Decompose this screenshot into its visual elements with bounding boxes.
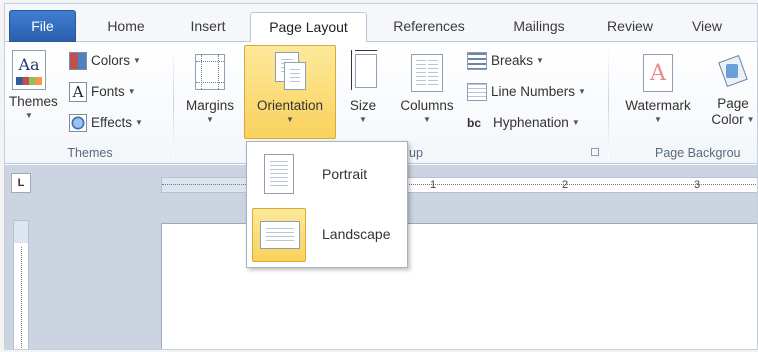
breaks-icon	[467, 52, 487, 71]
portrait-label: Portrait	[322, 166, 368, 182]
columns-button[interactable]: Columns ▼	[393, 46, 461, 124]
portrait-option[interactable]: Portrait	[250, 146, 404, 204]
landscape-option[interactable]: Landscape	[250, 206, 404, 264]
effects-icon	[69, 114, 87, 133]
hyphenation-icon: bc	[467, 116, 482, 131]
colors-label: Colors	[91, 53, 131, 68]
orientation-button[interactable]: Orientation ▼	[244, 45, 336, 139]
chevron-down-icon: ▼	[359, 115, 367, 124]
group-separator	[608, 46, 609, 160]
fonts-label: Fonts	[91, 84, 125, 99]
page-background-group-label: Page Backgrou	[655, 146, 741, 160]
effects-button[interactable]: Effects ▼	[69, 112, 143, 134]
breaks-label: Breaks	[491, 53, 534, 68]
chevron-down-icon: ▼	[133, 56, 141, 66]
word-window: File Home Insert Page Layout References …	[4, 3, 758, 350]
chevron-down-icon: ▼	[746, 115, 755, 125]
effects-label: Effects	[91, 115, 133, 130]
tab-view[interactable]: View	[677, 12, 737, 42]
chevron-down-icon: ▼	[286, 115, 294, 124]
tab-page-layout[interactable]: Page Layout	[250, 12, 367, 43]
landscape-icon	[260, 221, 300, 249]
ruler-number: 3	[694, 179, 701, 191]
watermark-icon: A	[643, 54, 673, 92]
tab-selector-button[interactable]: L	[11, 173, 31, 193]
line-numbers-label: Line Numbers	[491, 84, 576, 99]
group-separator	[173, 46, 174, 160]
orientation-menu: Portrait Landscape	[246, 141, 408, 268]
ruler-number: 1	[430, 179, 437, 191]
tab-references[interactable]: References	[377, 12, 481, 42]
tab-insert[interactable]: Insert	[171, 12, 245, 42]
margins-icon	[195, 54, 225, 90]
hyphenation-label: Hyphenation	[493, 115, 569, 130]
line-numbers-button[interactable]: Line Numbers ▼	[467, 81, 586, 103]
columns-icon	[411, 54, 443, 92]
columns-label: Columns	[400, 98, 454, 113]
themes-button[interactable]: Aa Themes ▼	[9, 46, 58, 120]
themes-label: Themes	[9, 94, 58, 109]
chevron-down-icon: ▼	[571, 118, 580, 128]
chevron-down-icon: ▼	[578, 87, 586, 97]
paint-bucket-icon	[718, 52, 748, 90]
vertical-ruler[interactable]	[13, 220, 29, 349]
fonts-icon: A	[69, 82, 87, 103]
page-color-button[interactable]: Page Color ▼	[705, 46, 757, 128]
ruler-number: 2	[562, 179, 569, 191]
tab-home[interactable]: Home	[91, 12, 161, 42]
watermark-button[interactable]: A Watermark ▼	[617, 46, 699, 124]
chevron-down-icon: ▼	[206, 115, 214, 124]
breaks-button[interactable]: Breaks ▼	[467, 50, 544, 72]
chevron-down-icon: ▼	[127, 87, 136, 97]
size-icon	[347, 50, 379, 92]
chevron-down-icon: ▼	[423, 115, 431, 124]
chevron-down-icon: ▼	[536, 56, 544, 66]
hyphenation-button[interactable]: bc Hyphenation ▼	[467, 112, 580, 134]
size-label: Size	[349, 98, 377, 113]
chevron-down-icon: ▼	[135, 118, 143, 128]
margins-label: Margins	[185, 98, 234, 113]
tab-mailings[interactable]: Mailings	[493, 12, 585, 42]
ribbon-tab-row: File Home Insert Page Layout References …	[5, 4, 757, 43]
orientation-icon	[272, 50, 308, 92]
colors-icon	[69, 52, 87, 71]
chevron-down-icon: ▼	[25, 111, 33, 120]
chevron-down-icon: ▼	[654, 115, 662, 124]
page-color-label: Page Color ▼	[711, 96, 755, 127]
tab-file[interactable]: File	[9, 10, 76, 42]
orientation-label: Orientation	[256, 98, 324, 113]
size-button[interactable]: Size ▼	[341, 46, 385, 124]
dialog-launcher-icon[interactable]	[591, 148, 599, 156]
fonts-button[interactable]: A Fonts ▼	[69, 81, 136, 103]
watermark-label: Watermark	[625, 98, 691, 113]
margins-button[interactable]: Margins ▼	[179, 46, 241, 124]
line-numbers-icon	[467, 83, 487, 102]
themes-group-label: Themes	[67, 146, 113, 160]
landscape-label: Landscape	[322, 226, 391, 242]
portrait-icon	[264, 154, 294, 194]
themes-icon: Aa	[12, 50, 46, 90]
colors-button[interactable]: Colors ▼	[69, 50, 141, 72]
tab-review[interactable]: Review	[595, 12, 665, 42]
